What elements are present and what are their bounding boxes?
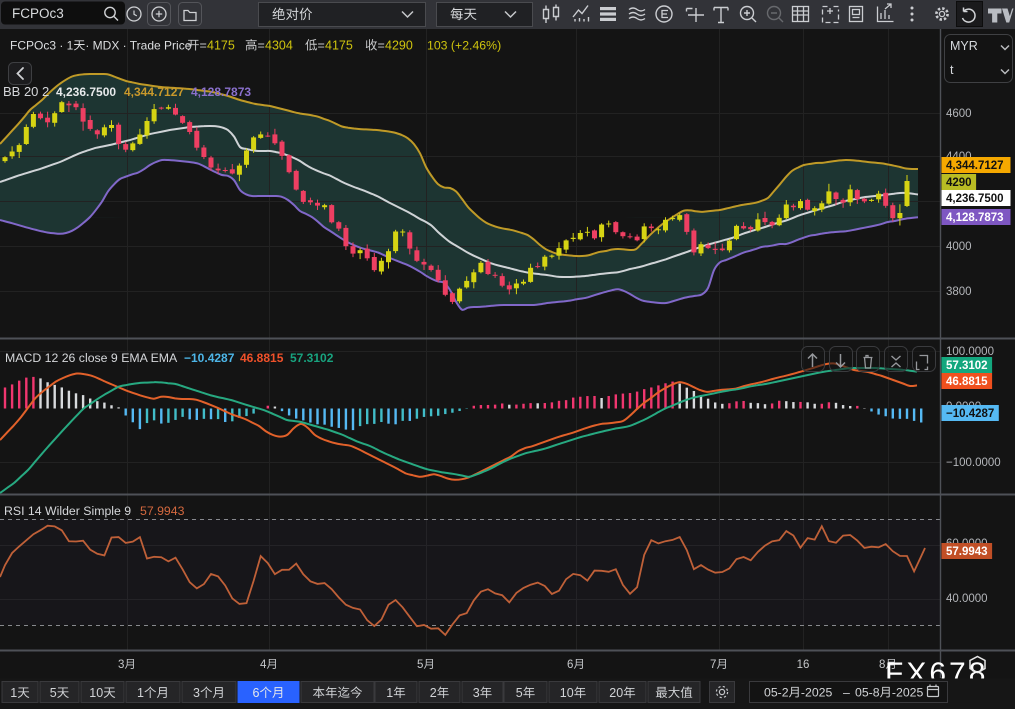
- svg-text:4175: 4175: [325, 39, 353, 53]
- svg-text:4,344.7127: 4,344.7127: [946, 160, 1004, 172]
- svg-text:–: –: [843, 686, 850, 700]
- svg-text:3: 3: [118, 659, 124, 671]
- svg-text:10: 10: [89, 686, 103, 700]
- svg-text:4,128.7873: 4,128.7873: [946, 212, 1004, 224]
- svg-text:57.9943: 57.9943: [946, 546, 988, 558]
- svg-text:100.0000: 100.0000: [946, 346, 994, 358]
- svg-text:57.3102: 57.3102: [290, 351, 334, 365]
- svg-text:MACD 12 26 close 9 EMA EMA: MACD 12 26 close 9 EMA EMA: [5, 351, 178, 365]
- svg-text:BB 20 2: BB 20 2: [3, 84, 49, 99]
- svg-text:40.0000: 40.0000: [946, 593, 988, 605]
- svg-text:3: 3: [473, 686, 480, 700]
- svg-text:RSI 14 Wilder Simple 9: RSI 14 Wilder Simple 9: [4, 504, 131, 518]
- svg-text:−10.4287: −10.4287: [184, 351, 235, 365]
- svg-text:-2025: -2025: [892, 686, 924, 700]
- svg-text:FCPOc3: FCPOc3: [12, 6, 64, 21]
- svg-text:FCPOc3 · 1: FCPOc3 · 1: [10, 39, 74, 53]
- svg-text:4,236.7500: 4,236.7500: [946, 193, 1004, 205]
- svg-text:−100.0000: −100.0000: [946, 457, 1001, 469]
- svg-text:4,236.7500: 4,236.7500: [56, 85, 116, 99]
- svg-text:103 (+2.46%): 103 (+2.46%): [427, 39, 501, 53]
- svg-text:46.8815: 46.8815: [240, 351, 284, 365]
- svg-text:46.8815: 46.8815: [946, 376, 988, 388]
- svg-text:4,128.7873: 4,128.7873: [191, 85, 251, 99]
- svg-text:7: 7: [710, 659, 716, 671]
- svg-text:16: 16: [797, 659, 810, 671]
- svg-text:1: 1: [386, 686, 393, 700]
- svg-text:05-8: 05-8: [855, 686, 880, 700]
- svg-text:3800: 3800: [946, 286, 972, 298]
- svg-text:=: =: [200, 39, 207, 53]
- svg-text:3: 3: [193, 686, 200, 700]
- svg-text:· MDX · Trade Price: · MDX · Trade Price: [85, 39, 191, 53]
- svg-text:MYR: MYR: [950, 39, 978, 53]
- svg-text:4000: 4000: [946, 241, 972, 253]
- svg-text:57.3102: 57.3102: [946, 360, 988, 372]
- svg-text:2: 2: [430, 686, 437, 700]
- svg-text:4304: 4304: [265, 39, 293, 53]
- svg-text:=: =: [378, 39, 385, 53]
- svg-text:4,344.7127: 4,344.7127: [124, 85, 184, 99]
- svg-text:t: t: [950, 63, 954, 77]
- svg-text:5: 5: [50, 686, 57, 700]
- svg-text:1: 1: [137, 686, 144, 700]
- svg-text:1: 1: [10, 686, 17, 700]
- svg-text:=: =: [318, 39, 325, 53]
- svg-text:4290: 4290: [385, 39, 413, 53]
- svg-text:6: 6: [567, 659, 573, 671]
- svg-text:57.9943: 57.9943: [140, 504, 185, 518]
- svg-text:4175: 4175: [207, 39, 235, 53]
- svg-text:6: 6: [253, 686, 260, 700]
- svg-text:=: =: [258, 39, 265, 53]
- svg-text:-2025: -2025: [801, 686, 833, 700]
- svg-text:4: 4: [260, 659, 267, 671]
- svg-text:−10.4287: −10.4287: [946, 408, 994, 420]
- svg-text:5: 5: [417, 659, 423, 671]
- svg-text:10: 10: [560, 686, 574, 700]
- svg-text:05-2: 05-2: [764, 686, 789, 700]
- svg-text:20: 20: [609, 686, 623, 700]
- svg-text:4290: 4290: [946, 177, 972, 189]
- svg-text:4600: 4600: [946, 108, 972, 120]
- svg-text:5: 5: [516, 686, 523, 700]
